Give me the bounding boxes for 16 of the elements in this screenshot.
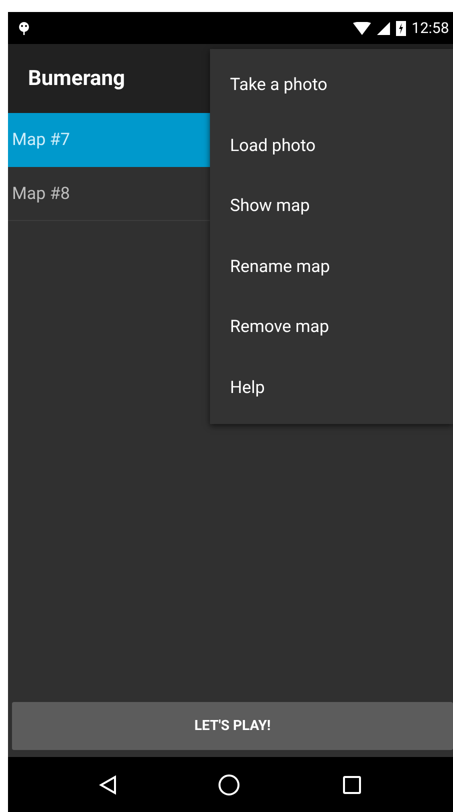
app-title: Bumerang xyxy=(28,66,126,90)
menu-item[interactable]: Help xyxy=(210,358,453,418)
back-icon[interactable] xyxy=(98,774,117,794)
home-icon[interactable] xyxy=(218,774,240,796)
menu-item[interactable]: Rename map xyxy=(210,236,453,297)
battery-icon xyxy=(396,20,406,36)
menu-item[interactable]: Remove map xyxy=(210,297,453,358)
clock-time: 12:58 xyxy=(412,19,449,37)
android-icon xyxy=(18,21,30,35)
signal-icon xyxy=(376,22,390,34)
menu-item[interactable]: Take a photo xyxy=(210,55,453,116)
recents-icon[interactable] xyxy=(342,774,362,794)
menu-item[interactable]: Show map xyxy=(210,176,453,236)
play-button[interactable]: LET'S PLAY! xyxy=(12,702,453,750)
wifi-icon xyxy=(352,22,371,34)
menu-item[interactable]: Load photo xyxy=(210,116,453,176)
